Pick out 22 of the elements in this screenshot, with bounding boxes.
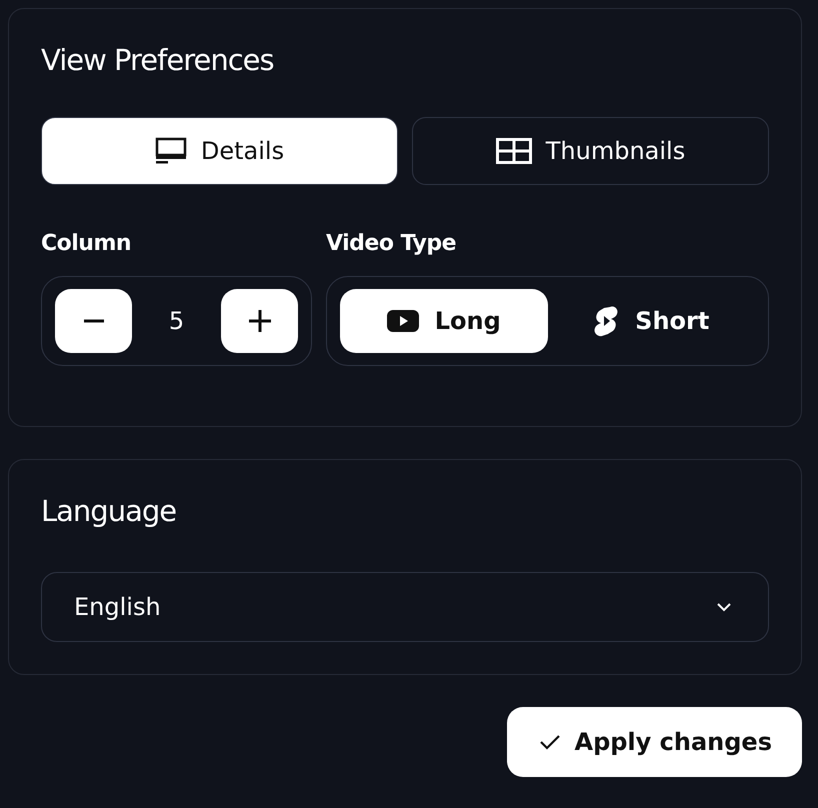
play-icon [386,310,419,332]
video-type-option[interactable]: Long [340,289,548,353]
view-mode-tab[interactable]: Details [41,117,398,185]
video-type-option[interactable]: Short [548,289,755,353]
select-value: English [74,593,161,621]
section-title: View Preferences [41,43,275,77]
monitor-icon [154,137,187,165]
column-value: 5 [168,307,184,335]
grid-icon [496,138,532,164]
language-select[interactable]: English [41,572,769,642]
section-title: Language [41,494,178,528]
field-label: Column [41,231,132,256]
plus-icon [248,310,270,332]
decrement-button[interactable] [55,289,132,353]
check-icon [538,733,560,751]
view-mode-tab[interactable]: Thumbnails [412,117,769,185]
shorts-icon [593,305,620,337]
field-label: Video Type [326,231,458,256]
increment-button[interactable] [221,289,298,353]
minus-icon [84,319,104,323]
chevron-down-icon [716,602,732,612]
apply-button[interactable]: Apply changes [506,707,802,777]
